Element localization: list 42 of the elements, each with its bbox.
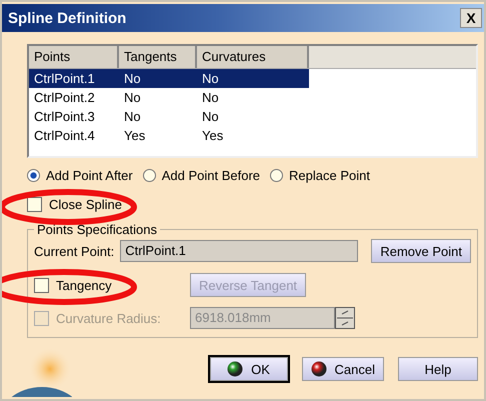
spinner-icon[interactable] — [335, 307, 355, 329]
cancel-button[interactable]: Cancel — [302, 357, 384, 381]
field-label: Current Point: — [34, 244, 114, 258]
radio-label: Replace Point — [289, 168, 370, 183]
column-header[interactable]: Points — [29, 46, 119, 68]
table-cell-text: Yes — [201, 127, 224, 145]
remove-point-button[interactable]: Remove Point — [371, 239, 471, 263]
table-cell-text: CtrlPoint.2 — [33, 89, 96, 107]
table-cell-text: No — [123, 108, 142, 126]
group-title: Points Specifications — [36, 222, 158, 237]
radio-button[interactable] — [142, 169, 156, 182]
radio-label: Add Point After — [46, 168, 133, 183]
checkbox[interactable] — [27, 197, 42, 212]
column-header[interactable]: Tangents — [119, 46, 197, 68]
radio-button[interactable] — [270, 169, 284, 182]
table-cell-text: No — [201, 70, 220, 88]
table-cell-text: No — [201, 108, 220, 126]
table-row[interactable]: CtrlPoint.3 No No — [29, 107, 309, 126]
ball-icon — [227, 361, 244, 377]
current-point-field[interactable]: CtrlPoint.1 — [120, 240, 358, 262]
close-button[interactable]: X — [460, 8, 482, 28]
table-row[interactable]: CtrlPoint.4 Yes Yes — [29, 126, 309, 145]
ok-button[interactable]: OK — [210, 357, 288, 381]
radio-button[interactable] — [27, 169, 40, 182]
radio-label: Add Point Before — [162, 168, 260, 183]
checkbox-label: Curvature Radius: — [56, 310, 161, 326]
help-button[interactable]: Help — [398, 357, 478, 381]
checkbox-label: Close Spline — [49, 197, 122, 212]
window-title: Spline Definition — [8, 10, 126, 26]
table-cell-text: CtrlPoint.3 — [33, 108, 96, 126]
table-cell-text: No — [123, 89, 142, 107]
checkbox-label: Tangency — [56, 278, 112, 292]
checkbox[interactable] — [34, 278, 49, 292]
table-row[interactable]: CtrlPoint.1 No No — [29, 69, 309, 88]
table-cell-text: CtrlPoint.1 — [33, 70, 96, 88]
table-cell-text: Yes — [123, 127, 146, 145]
table-cell-text: No — [201, 89, 220, 107]
table-cell-text: CtrlPoint.4 — [33, 127, 96, 145]
table-cell-text: No — [123, 70, 142, 88]
table-row[interactable]: CtrlPoint.2 No No — [29, 88, 309, 107]
column-header[interactable]: Curvatures — [197, 46, 309, 68]
ball-icon — [310, 361, 327, 377]
